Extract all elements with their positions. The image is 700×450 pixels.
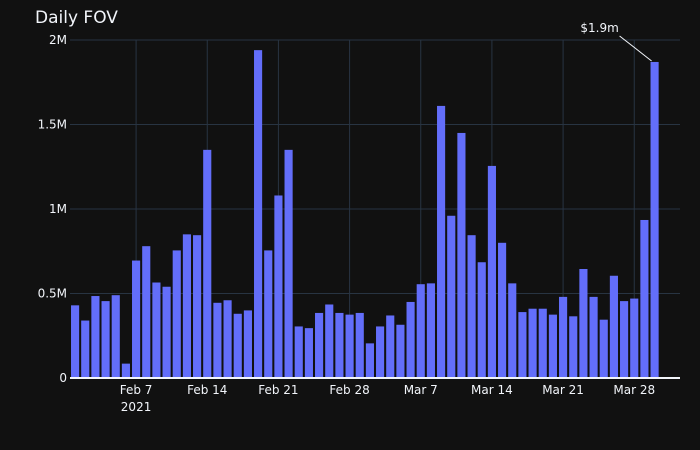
y-tick-label: 1.5M (38, 118, 67, 132)
bar (620, 301, 629, 378)
bar (376, 326, 385, 378)
bar (569, 316, 578, 378)
bar (599, 319, 608, 378)
bar (416, 284, 425, 378)
x-tick-label: Mar 28 (613, 383, 655, 397)
bar (518, 312, 527, 378)
bar (152, 282, 161, 378)
x-tick-label: Feb 14 (187, 383, 227, 397)
bars (71, 50, 659, 379)
y-tick-label: 2M (49, 33, 67, 47)
bar (274, 195, 283, 378)
bar (243, 310, 252, 378)
y-tick-label: 0.5M (38, 287, 67, 301)
bar (182, 234, 191, 378)
bar (630, 298, 639, 378)
bar (487, 165, 496, 378)
bar (508, 283, 517, 378)
bar (355, 312, 364, 378)
annotation-label: $1.9m (580, 21, 618, 35)
bar (579, 269, 588, 378)
bar (426, 283, 435, 378)
bar (365, 343, 374, 378)
bar (71, 305, 80, 378)
bar (132, 260, 141, 378)
x-axis: Feb 7 2021 Feb 14 Feb 21 Feb 28 Mar 7 Mar 14 Ma… (70, 377, 680, 414)
bar (477, 262, 486, 378)
x-tick-label: Mar 7 (404, 383, 438, 397)
y-tick-label: 1M (49, 202, 67, 216)
bar (81, 320, 90, 378)
bar (213, 302, 222, 378)
plot-area: 0 0.5M 1M 1.5M 2M Feb 7 2021 Feb 14 Feb 21 Feb 2… (38, 21, 680, 414)
x-tick-sublabel: 2021 (121, 400, 152, 414)
bar (528, 308, 537, 378)
bar (609, 275, 618, 378)
bar (284, 149, 293, 378)
x-tick-label: Feb 7 (120, 383, 153, 397)
x-tick-label: Mar 14 (471, 383, 513, 397)
bar (386, 315, 395, 378)
bar (498, 242, 507, 378)
bar (396, 324, 405, 378)
bar (254, 50, 263, 378)
bar (111, 295, 120, 378)
bar (203, 149, 212, 378)
bar (589, 296, 598, 378)
annotations: $1.9m (580, 21, 652, 62)
bar (559, 296, 568, 378)
bar (162, 286, 171, 378)
x-tick-label: Mar 21 (542, 383, 584, 397)
bar (264, 250, 273, 378)
bar (345, 314, 354, 379)
bar (223, 300, 232, 378)
bar (447, 215, 456, 378)
bar (457, 132, 466, 378)
bar (294, 326, 303, 378)
bar (121, 363, 130, 378)
bar (548, 314, 557, 379)
bar (406, 301, 415, 378)
bar (467, 235, 476, 378)
y-gridlines (70, 39, 680, 294)
y-axis: 0 0.5M 1M 1.5M 2M (38, 33, 67, 385)
bar (437, 105, 446, 378)
bar (304, 328, 313, 378)
bar (91, 296, 100, 378)
bar (325, 304, 334, 378)
bar (335, 312, 344, 378)
bar (650, 61, 659, 378)
bar (172, 250, 181, 378)
bar (538, 308, 547, 378)
bar (315, 312, 324, 378)
bar (640, 219, 649, 378)
chart: Daily FOV 0 0.5M 1M 1.5M 2M Feb 7 2021 Feb 14 F… (0, 0, 700, 450)
x-tick-label: Feb 28 (329, 383, 369, 397)
y-tick-label: 0 (59, 371, 67, 385)
bar (101, 301, 110, 378)
bar (193, 235, 202, 378)
x-tick-label: Feb 21 (258, 383, 298, 397)
bar (142, 246, 151, 378)
bar (233, 313, 242, 378)
